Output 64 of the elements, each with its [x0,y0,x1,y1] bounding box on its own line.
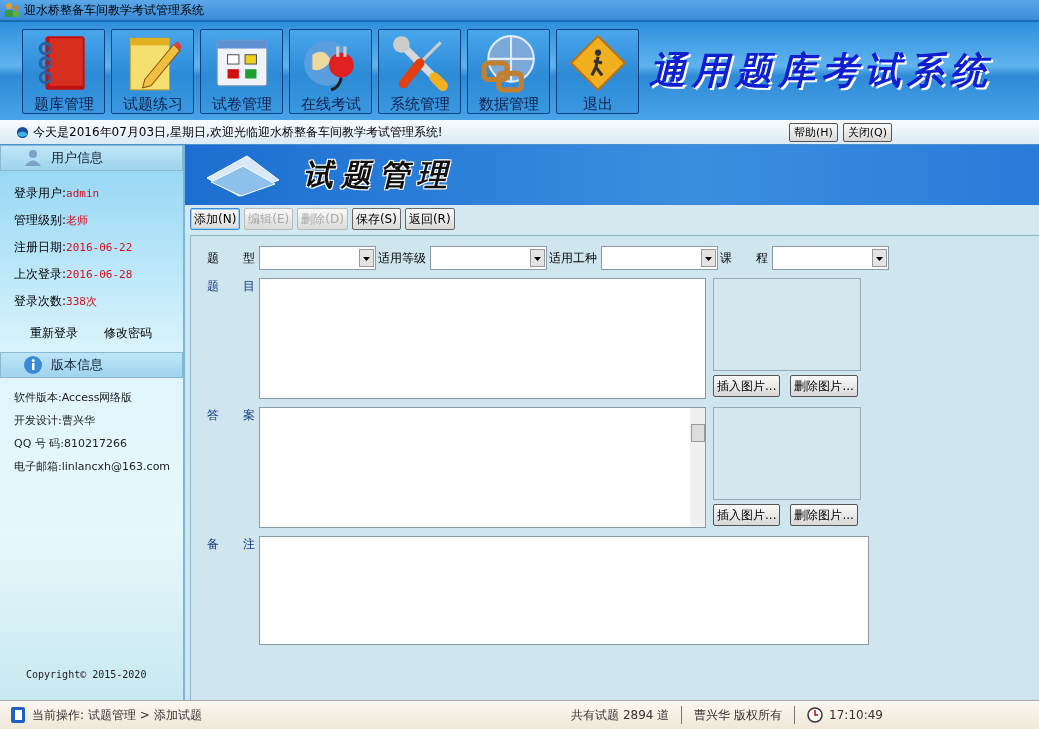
app-logo-text: 通用题库考试系统 [649,48,993,94]
version-info-text: 软件版本:Access网络版 [14,390,134,406]
status-text: 当前操作: 试题管理 > 添加试题 [32,706,202,724]
people-icon [4,2,20,18]
text-area[interactable] [259,278,706,399]
image-button[interactable]: 插入图片... [713,375,781,397]
section-title: 版本信息 [51,356,103,374]
image-button[interactable]: 插入图片... [713,504,781,526]
field-label: 答 案 [207,407,255,423]
status-text: 曹兴华 版权所有 [694,706,783,724]
text-area[interactable] [259,407,706,528]
info-label: 登录用户: [14,184,67,202]
info-value: 老师 [66,212,89,228]
info-value: 2016-06-28 [66,267,133,281]
notice-button[interactable]: 关闭(Q) [842,122,892,142]
window-title: 迎水桥整备车间教学考试管理系统 [24,1,204,19]
document-icon [10,706,26,724]
toolbar-button[interactable]: 系统管理 [378,28,461,114]
toolbar-button[interactable]: 试题练习 [111,28,194,114]
version-info-text: 电子邮箱:linlancxh@163.com [14,459,172,475]
dropdown-field[interactable] [430,246,547,270]
status-time: 17:10:49 [829,708,883,722]
globe-icon [16,125,29,139]
info-label: 上次登录: [14,265,67,283]
version-info-text: QQ 号 码:810217266 [14,436,128,452]
info-label: 管理级别: [14,211,67,229]
dropdown-field[interactable] [772,246,889,270]
info-value: 2016-06-22 [66,240,133,254]
toolbar-button[interactable]: 退出 [556,28,639,114]
text-area[interactable] [259,536,869,645]
dropdown-field[interactable] [601,246,718,270]
field-label: 备 注 [207,536,255,552]
scrollbar[interactable] [690,408,705,527]
field-label: 适用工种 [549,249,597,267]
toolbar-button[interactable]: 数据管理 [467,28,550,114]
toolbar-button[interactable]: 在线考试 [289,28,372,114]
account-link[interactable]: 重新登录 [30,325,78,342]
clock-icon [807,707,824,723]
welcome-message: 今天是2016年07月03日,星期日,欢迎光临迎水桥整备车间教学考试管理系统! [33,123,443,141]
page-title: 试题管理 [303,155,455,194]
action-button[interactable]: 添加(N) [190,208,241,230]
status-text: 共有试题 2894 道 [571,706,670,724]
info-icon [23,355,43,375]
toolbar-button[interactable]: 题库管理 [22,28,105,114]
info-value: admin [66,186,100,200]
section-title: 用户信息 [51,149,103,167]
field-label: 课 程 [720,249,768,267]
field-label: 题 目 [207,278,255,294]
notice-button[interactable]: 帮助(H) [788,122,838,142]
info-label: 注册日期: [14,238,67,256]
image-button[interactable]: 删除图片... [790,504,858,526]
user-icon [23,149,43,167]
version-info-text: 开发设计:曹兴华 [14,413,96,429]
toolbar-button[interactable]: 试卷管理 [200,28,283,114]
action-button[interactable]: 返回(R) [404,208,455,230]
action-button[interactable]: 保存(S) [351,208,401,230]
image-button[interactable]: 删除图片... [790,375,858,397]
account-link[interactable]: 修改密码 [104,325,152,342]
field-label: 题 型 [207,249,255,267]
info-label: 登录次数: [14,292,67,310]
info-value: 338次 [66,293,97,309]
dropdown-field[interactable] [259,246,376,270]
copyright-text: Copyright© 2015-2020 [25,669,148,682]
field-label: 适用等级 [378,249,426,267]
